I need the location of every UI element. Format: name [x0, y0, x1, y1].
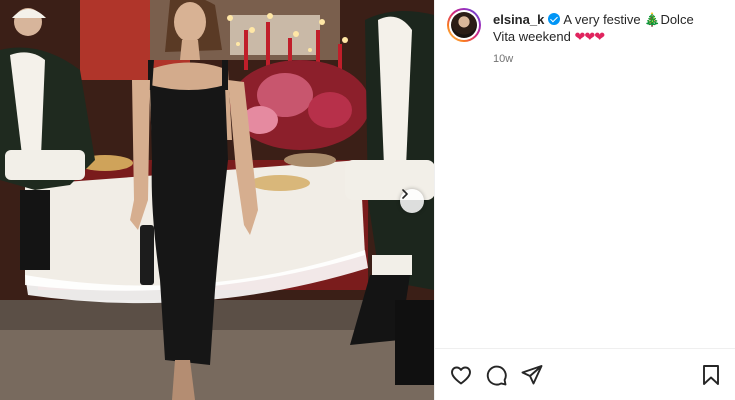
- action-bar: [435, 348, 735, 400]
- save-button[interactable]: [699, 363, 723, 387]
- comment-button[interactable]: [484, 363, 508, 387]
- bookmark-icon: [703, 365, 719, 385]
- next-photo-button[interactable]: [400, 189, 424, 213]
- heart-icon: [451, 366, 471, 385]
- avatar[interactable]: [447, 8, 481, 42]
- christmas-tree-emoji: 🎄: [644, 12, 661, 27]
- like-button[interactable]: [449, 363, 473, 387]
- post-timestamp[interactable]: 10w: [493, 53, 703, 65]
- caption-block: elsina_k A very festive 🎄Dolce Vita weeke…: [493, 11, 703, 65]
- profile-picture: [451, 12, 477, 38]
- username-link[interactable]: elsina_k: [493, 12, 544, 27]
- caption-prefix: A very festive: [563, 12, 645, 27]
- hearts-emoji: ❤❤❤: [574, 29, 605, 44]
- photo-scene: [0, 0, 434, 400]
- comment-icon: [486, 365, 507, 386]
- instagram-post: elsina_k A very festive 🎄Dolce Vita weeke…: [0, 0, 735, 400]
- chevron-right-icon: [402, 189, 408, 199]
- caption-text: elsina_k A very festive 🎄Dolce Vita weeke…: [493, 11, 703, 45]
- post-sidebar: elsina_k A very festive 🎄Dolce Vita weeke…: [434, 0, 735, 400]
- paper-plane-icon: [521, 365, 543, 385]
- post-photo[interactable]: [0, 0, 434, 400]
- caption-header: elsina_k A very festive 🎄Dolce Vita weeke…: [447, 8, 732, 65]
- share-button[interactable]: [520, 363, 544, 387]
- verified-badge-icon: [548, 13, 561, 25]
